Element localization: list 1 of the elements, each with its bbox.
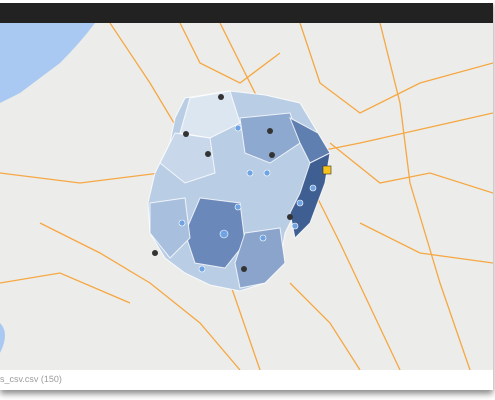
status-text: s_csv.csv (150) — [0, 373, 62, 386]
